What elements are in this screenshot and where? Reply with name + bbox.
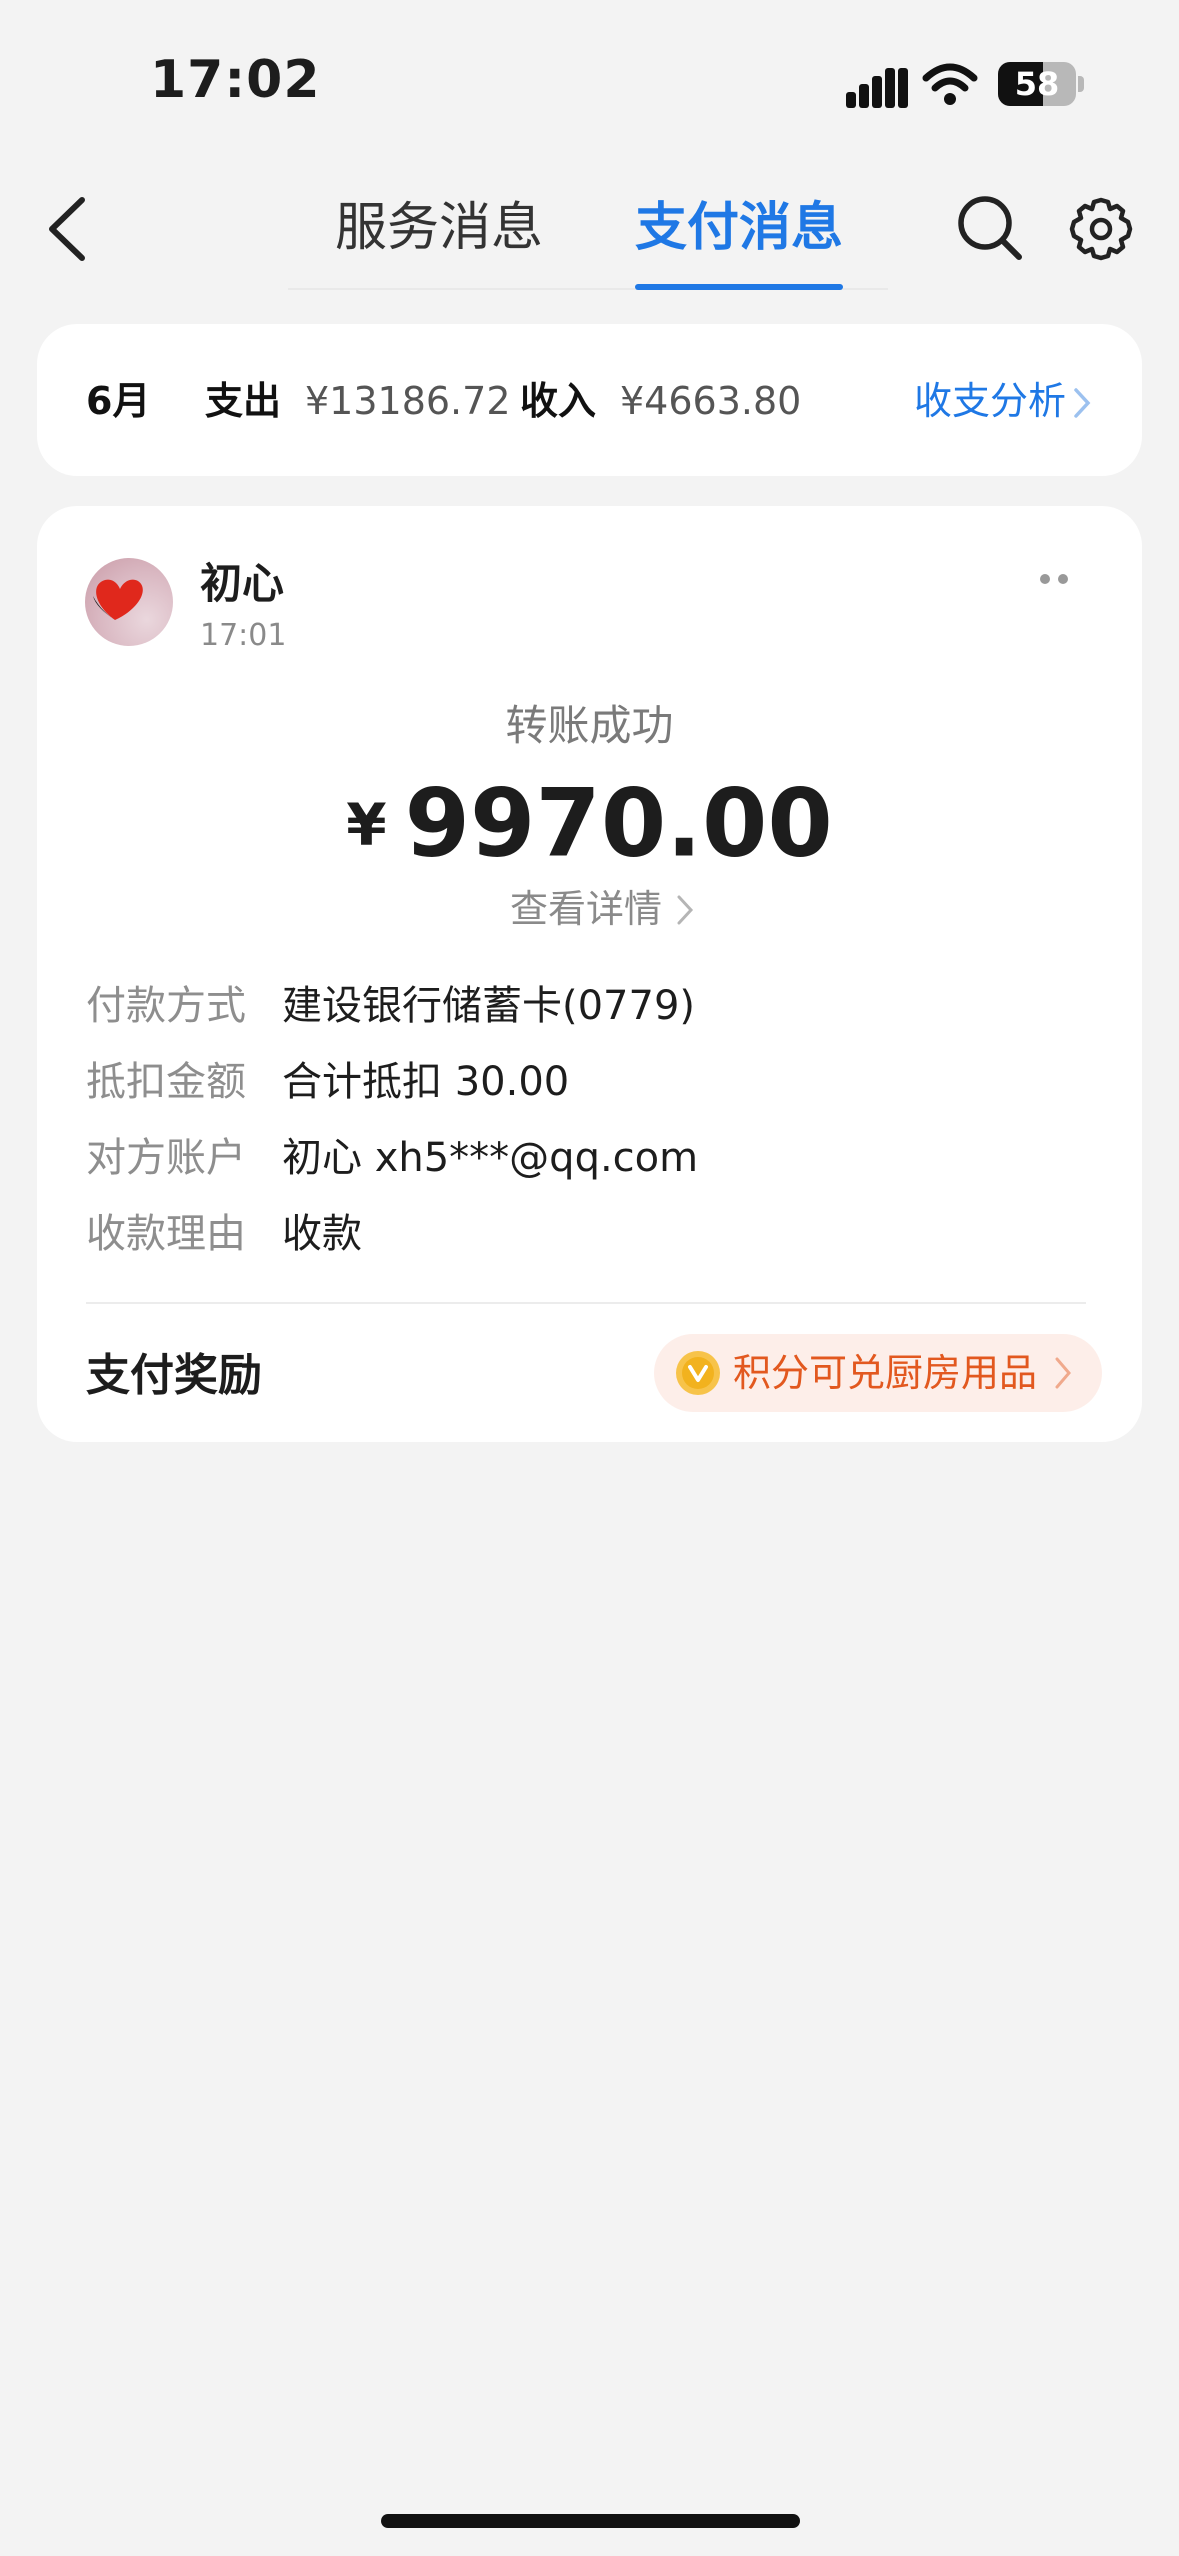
income-label: 收入 [520, 379, 597, 423]
reason-label: 收款理由 [86, 1211, 246, 1257]
active-tab-indicator [635, 284, 843, 290]
expense-value: ¥13186.72 [305, 379, 511, 423]
chevron-right-icon[interactable] [676, 894, 694, 926]
battery-icon: 58 [998, 62, 1076, 106]
counterparty-label: 对方账户 [86, 1135, 246, 1181]
wifi-icon [922, 63, 978, 105]
reason-value: 收款 [282, 1211, 362, 1257]
reward-pill-text[interactable]: 积分可兑厨房用品 [733, 1344, 1037, 1402]
back-arrow-icon[interactable] [44, 196, 92, 262]
divider [86, 1302, 1086, 1304]
expense-label: 支出 [205, 379, 282, 423]
transfer-amount: ¥9970.00 [0, 768, 1179, 881]
chevron-right-icon[interactable] [1072, 386, 1092, 420]
currency-symbol: ¥ [346, 790, 387, 859]
amount-value: 9970.00 [404, 769, 833, 879]
battery-tip [1078, 76, 1084, 92]
view-details-link[interactable]: 查看详情 [510, 882, 662, 936]
more-options-icon[interactable] [1040, 574, 1070, 588]
counterparty-value: 初心 xh5***@qq.com [282, 1135, 699, 1181]
battery-level: 58 [1014, 65, 1060, 103]
status-time: 17:02 [150, 50, 321, 110]
search-icon[interactable] [956, 194, 1024, 262]
sender-name: 初心 [200, 559, 285, 608]
avatar[interactable] [85, 558, 173, 646]
transfer-status: 转账成功 [505, 701, 674, 750]
payment-reward-label: 支付奖励 [86, 1350, 262, 1401]
cellular-signal-icon [846, 64, 908, 108]
summary-month[interactable]: 6月 [86, 374, 150, 428]
gear-icon[interactable] [1068, 196, 1134, 262]
chevron-right-icon[interactable] [1054, 1356, 1072, 1390]
income-value: ¥4663.80 [620, 379, 802, 423]
analysis-link[interactable]: 收支分析 [914, 374, 1066, 428]
home-indicator[interactable] [381, 2514, 800, 2528]
tab-payment-messages[interactable]: 支付消息 [635, 190, 843, 266]
heart-icon [93, 579, 143, 620]
deduction-value: 合计抵扣 30.00 [282, 1059, 570, 1105]
payment-method-value: 建设银行储蓄卡(0779) [282, 983, 696, 1029]
payment-method-label: 付款方式 [86, 983, 246, 1029]
tab-service-messages[interactable]: 服务消息 [335, 190, 543, 266]
message-time: 17:01 [200, 618, 287, 653]
deduction-label: 抵扣金额 [86, 1059, 246, 1105]
points-coin-icon [676, 1351, 720, 1395]
